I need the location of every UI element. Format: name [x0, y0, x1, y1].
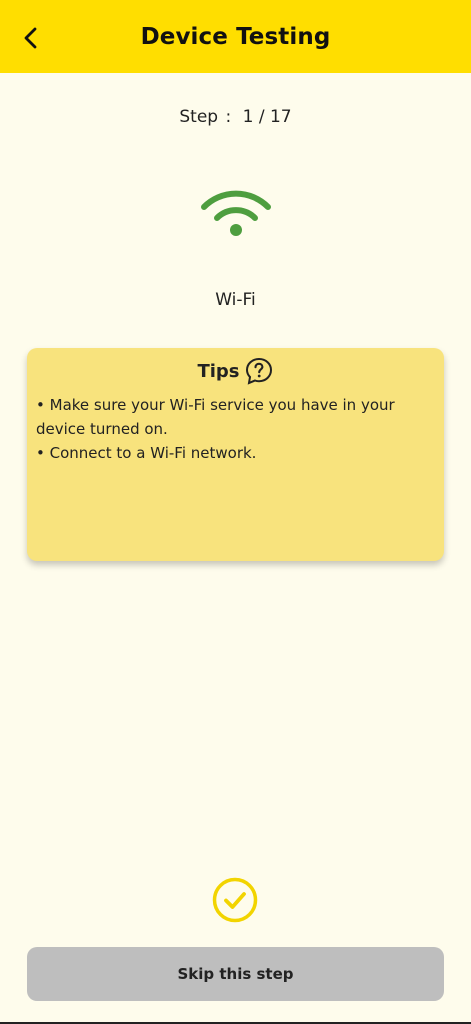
- tips-title: Tips: [197, 360, 240, 382]
- step-label: Step: [179, 107, 219, 127]
- tips-card: Tips Make sure your Wi-Fi service you ha…: [27, 348, 444, 561]
- tips-header: Tips: [27, 356, 444, 386]
- app-bar: Device Testing: [0, 0, 471, 73]
- check-circle-icon: [212, 877, 258, 923]
- tip-item: Make sure your Wi-Fi service you have in…: [36, 393, 432, 441]
- tips-list: Make sure your Wi-Fi service you have in…: [36, 393, 432, 465]
- step-indicator: Step : 1 / 17: [0, 107, 471, 127]
- device-testing-screen: Device Testing Step : 1 / 17 Wi-Fi Tips …: [0, 0, 471, 1024]
- step-value: 1 / 17: [242, 107, 292, 127]
- wifi-icon: [201, 190, 271, 236]
- test-name: Wi-Fi: [215, 290, 256, 310]
- step-separator: :: [225, 107, 232, 127]
- tip-item: Connect to a Wi-Fi network.: [36, 441, 432, 465]
- page-title: Device Testing: [140, 24, 331, 50]
- help-chat-icon: [245, 357, 272, 385]
- skip-step-button[interactable]: Skip this step: [27, 947, 444, 1001]
